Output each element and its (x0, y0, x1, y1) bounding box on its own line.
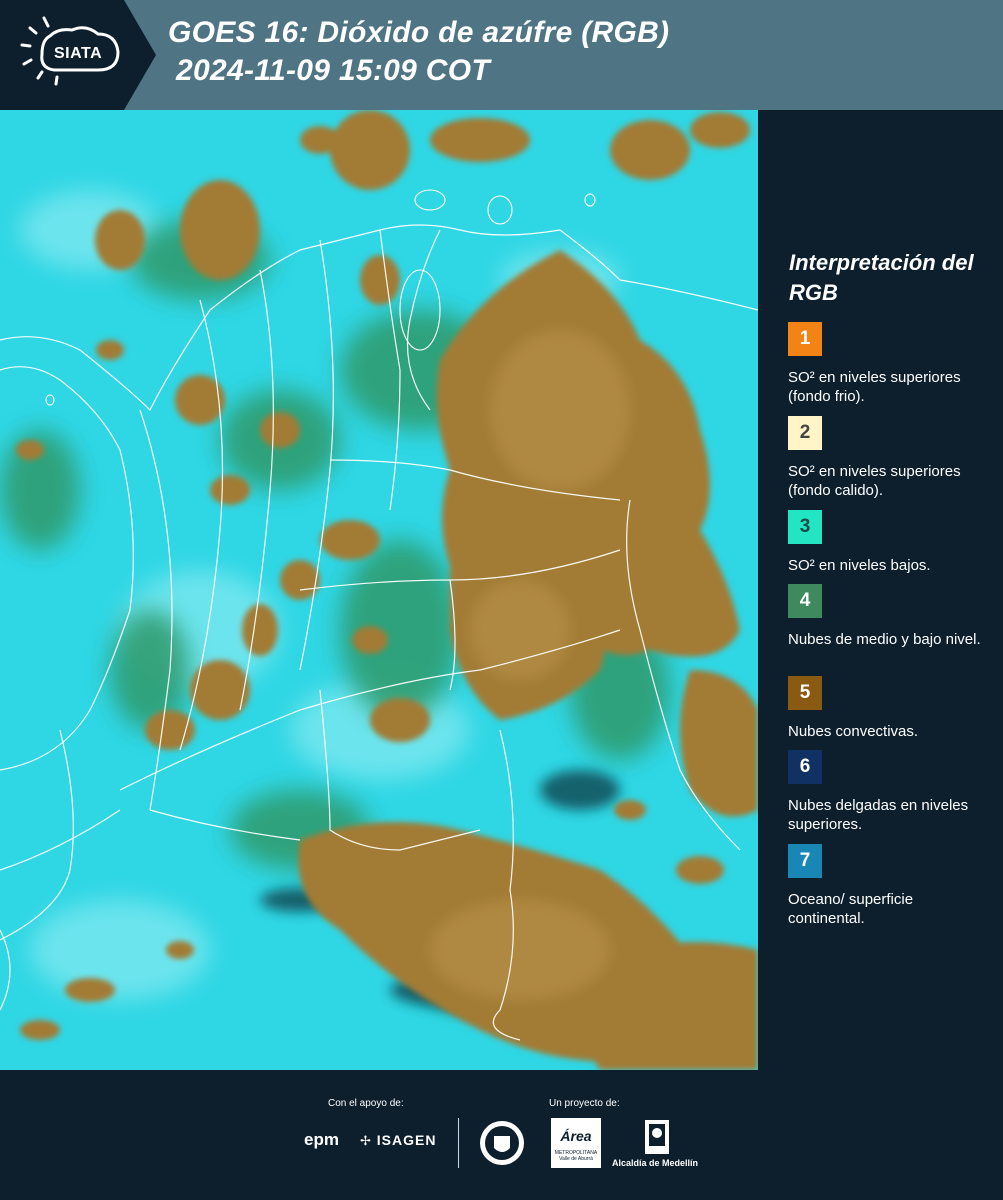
satellite-rgb-map (0, 110, 758, 1070)
support-label: Con el apoyo de: (328, 1098, 404, 1109)
legend-swatch-2: 2 (788, 416, 822, 450)
area-metropolitana-logo: Área METROPOLITANA Valle de Aburrá (551, 1118, 601, 1168)
legend-label-3: SO² en niveles bajos. (788, 557, 931, 574)
legend-label-6: Nubes delgadas en niveles superiores. (788, 797, 969, 833)
legend-swatch-5: 5 (788, 676, 822, 710)
legend-label-2: SO² en niveles superiores (fondo calido)… (788, 463, 961, 499)
project-label: Un proyecto de: (549, 1098, 620, 1109)
area-metropolitana-title: Área (560, 1128, 592, 1144)
legend-swatch-6: 6 (788, 750, 822, 784)
legend-item-3: 3 SO² en niveles bajos. (788, 510, 993, 575)
legend-swatch-1: 1 (788, 322, 822, 356)
legend-item-6: 6 Nubes delgadas en niveles superiores. (788, 750, 993, 834)
legend-label-5: Nubes convectivas. (788, 723, 919, 740)
legend-item-5: 5 Nubes convectivas. (788, 676, 993, 741)
alcaldia-crest-icon (645, 1120, 669, 1154)
legend-item-2: 2 SO² en niveles superiores (fondo calid… (788, 416, 993, 500)
siata-logo: SIATA (0, 0, 156, 110)
legend-title: Interpretación del RGB (789, 250, 974, 305)
title-datetime: 2024-11-09 15:09 COT (176, 54, 490, 87)
legend-label-1: SO² en niveles superiores (fondo frio). (788, 369, 961, 405)
page-title: GOES 16: Dióxido de azúfre (RGB) 2024-11… (168, 14, 669, 90)
legend-item-4: 4 Nubes de medio y bajo nivel. (788, 584, 993, 649)
header-bar: SIATA GOES 16: Dióxido de azúfre (RGB) 2… (0, 0, 1003, 110)
legend-swatch-7: 7 (788, 844, 822, 878)
isagen-logo-text: ISAGEN (376, 1132, 437, 1148)
isagen-mark-icon: ✢ (360, 1133, 372, 1148)
legend-item-7: 7 Oceano/ superficie continental. (788, 844, 993, 928)
legend-panel: Interpretación del RGB 1 SO² en niveles … (762, 110, 1003, 1070)
legend-swatch-4: 4 (788, 584, 822, 618)
area-metropolitana-sub2: Valle de Aburrá (559, 1156, 593, 1162)
isagen-logo: ✢ ISAGEN (360, 1132, 436, 1149)
medellin-seal-icon (480, 1121, 524, 1165)
legend-item-1: 1 SO² en niveles superiores (fondo frio)… (788, 322, 993, 406)
footer-divider (458, 1118, 459, 1168)
title-product: GOES 16: Dióxido de azúfre (RGB) (168, 16, 670, 49)
siata-logo-text: SIATA (54, 45, 103, 62)
legend-label-4: Nubes de medio y bajo nivel. (788, 631, 981, 648)
legend-label-7: Oceano/ superficie continental. (788, 891, 914, 927)
alcaldia-medellin-logo: Alcaldía de Medellín (612, 1158, 699, 1168)
epm-logo: epm (304, 1130, 339, 1149)
footer-sponsors: Con el apoyo de: Un proyecto de: epm ✢ I… (0, 1070, 1003, 1200)
legend-swatch-3: 3 (788, 510, 822, 544)
